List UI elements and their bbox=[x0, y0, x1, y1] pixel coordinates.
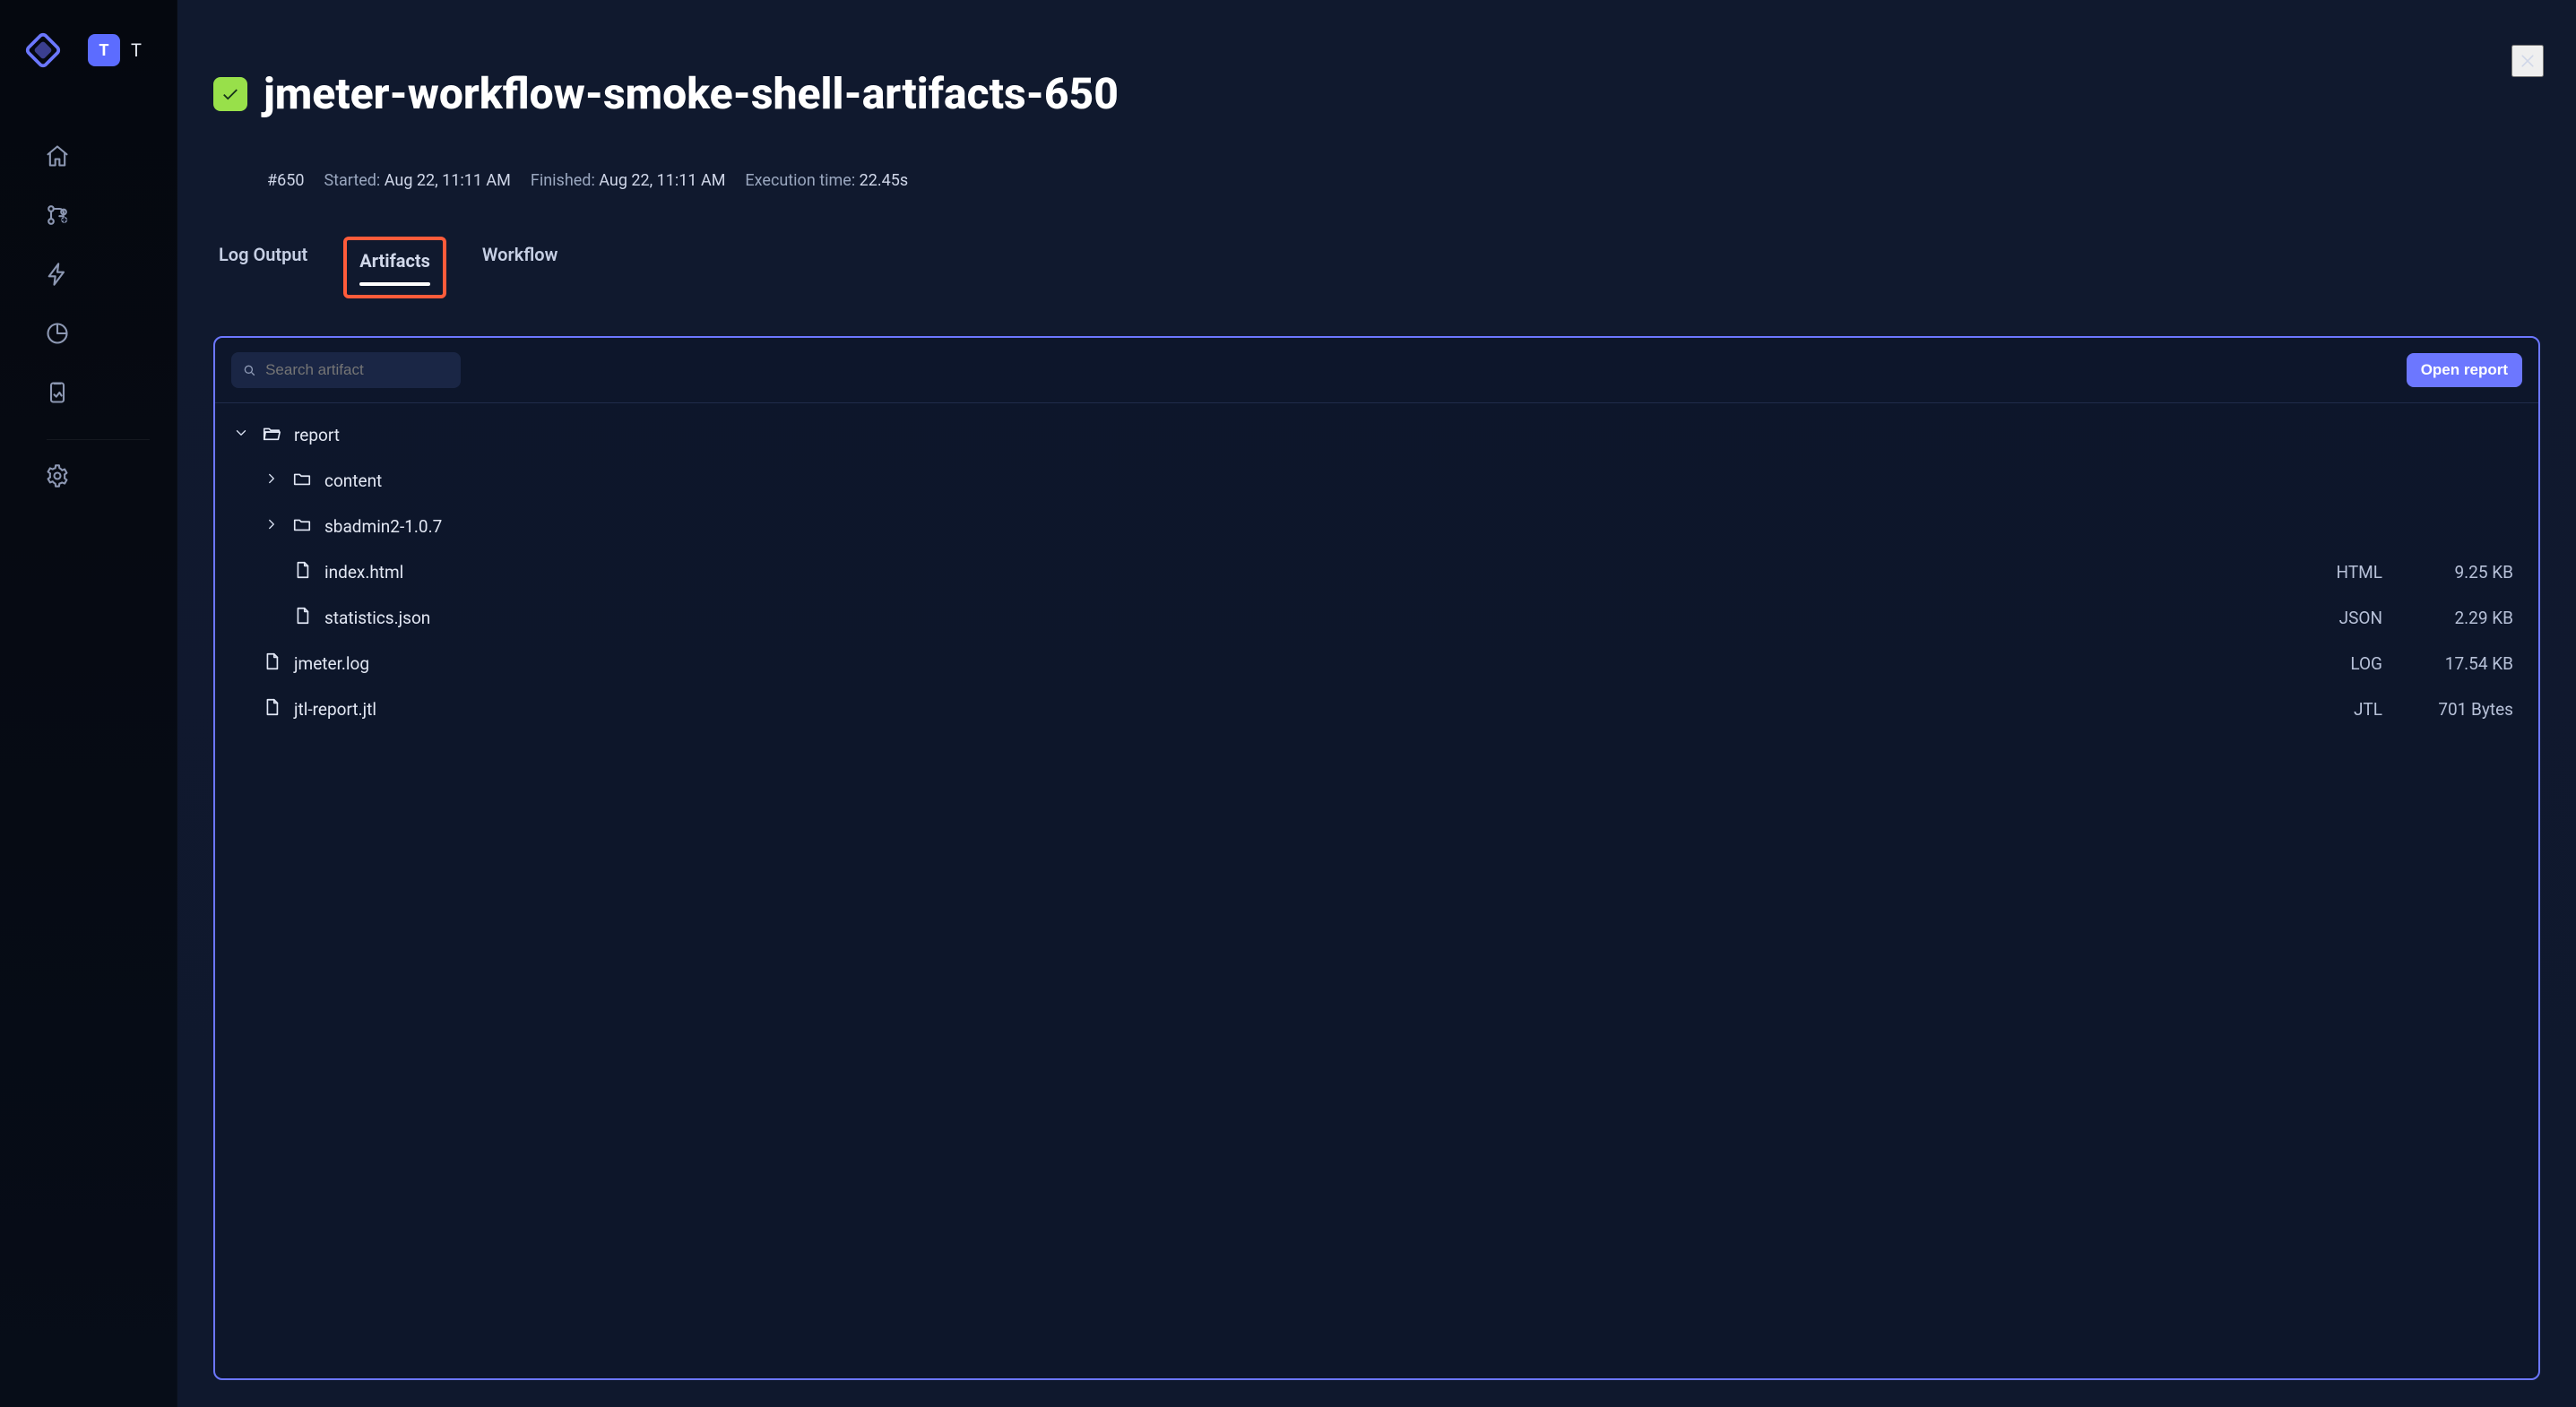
started-value: Aug 22, 11:11 AM bbox=[385, 171, 511, 190]
exec-value: 22.45s bbox=[860, 171, 909, 190]
chevron-spacer bbox=[233, 702, 249, 718]
run-meta: #650 Started: Aug 22, 11:11 AM Finished:… bbox=[267, 171, 2540, 190]
file-icon bbox=[262, 697, 281, 721]
started-label: Started: bbox=[324, 171, 380, 190]
close-button[interactable] bbox=[2511, 45, 2544, 77]
node-name: jtl-report.jtl bbox=[294, 699, 376, 720]
chevron-spacer bbox=[233, 656, 249, 672]
nav-branches[interactable] bbox=[32, 190, 82, 240]
run-number: #650 bbox=[267, 171, 304, 190]
folder-icon bbox=[292, 469, 312, 493]
file-icon bbox=[292, 560, 312, 584]
tab-log-output[interactable]: Log Output bbox=[215, 237, 311, 298]
page-underlay: j core-te Overvie Sta bbox=[177, 0, 2576, 1407]
chevron-down-icon[interactable] bbox=[233, 425, 249, 445]
modal-overlay: jmeter-workflow-smoke-shell-artifacts-65… bbox=[177, 0, 2576, 1407]
search-input[interactable] bbox=[264, 360, 450, 380]
file-type: JSON bbox=[2320, 608, 2382, 628]
nav-actions[interactable] bbox=[32, 249, 82, 299]
tree-folder[interactable]: content bbox=[224, 462, 2519, 500]
node-name: index.html bbox=[324, 562, 403, 583]
left-rail: T T bbox=[0, 0, 177, 1407]
tab-artifacts[interactable]: Artifacts bbox=[356, 243, 434, 279]
file-type: JTL bbox=[2320, 699, 2382, 720]
node-name: jmeter.log bbox=[294, 653, 369, 674]
nav-insights[interactable] bbox=[32, 308, 82, 358]
run-details-sheet: jmeter-workflow-smoke-shell-artifacts-65… bbox=[177, 0, 2576, 1407]
file-size: 701 Bytes bbox=[2415, 699, 2513, 720]
chevron-spacer bbox=[264, 610, 280, 626]
file-icon bbox=[262, 652, 281, 676]
exec-label: Execution time: bbox=[745, 171, 855, 190]
status-success-icon bbox=[213, 77, 247, 111]
org-badge: T bbox=[88, 34, 120, 66]
file-icon bbox=[292, 606, 312, 630]
node-name: sbadmin2-1.0.7 bbox=[324, 516, 442, 537]
finished-value: Aug 22, 11:11 AM bbox=[599, 171, 725, 190]
nav-home[interactable] bbox=[32, 131, 82, 181]
folder-open-icon bbox=[262, 423, 281, 447]
open-report-button[interactable]: Open report bbox=[2407, 353, 2522, 387]
file-size: 17.54 KB bbox=[2415, 653, 2513, 674]
tree-file[interactable]: index.html HTML 9.25 KB bbox=[224, 553, 2519, 591]
nav-reports[interactable] bbox=[32, 367, 82, 418]
brand-logo[interactable] bbox=[18, 25, 68, 75]
tab-artifacts-highlight: Artifacts bbox=[343, 237, 446, 298]
search-icon bbox=[242, 362, 256, 378]
artifacts-tree: report content sbadmin2-1.0.7 index.html… bbox=[215, 403, 2538, 739]
search-artifact[interactable] bbox=[231, 352, 461, 388]
file-type: LOG bbox=[2320, 653, 2382, 674]
tab-workflow[interactable]: Workflow bbox=[479, 237, 561, 298]
run-title: jmeter-workflow-smoke-shell-artifacts-65… bbox=[264, 68, 1119, 119]
node-name: content bbox=[324, 470, 382, 491]
tree-file[interactable]: jtl-report.jtl JTL 701 Bytes bbox=[224, 690, 2519, 729]
artifacts-panel: Open report report content sbadmin2-1.0.… bbox=[213, 336, 2540, 1380]
finished-label: Finished: bbox=[531, 171, 595, 190]
tree-folder[interactable]: report bbox=[224, 416, 2519, 454]
chevron-right-icon[interactable] bbox=[264, 470, 280, 491]
tree-file[interactable]: jmeter.log LOG 17.54 KB bbox=[224, 644, 2519, 683]
file-size: 9.25 KB bbox=[2415, 562, 2513, 583]
tree-file[interactable]: statistics.json JSON 2.29 KB bbox=[224, 599, 2519, 637]
file-type: HTML bbox=[2320, 562, 2382, 583]
org-short: T bbox=[131, 39, 142, 61]
modal-tabs: Log Output Artifacts Workflow bbox=[215, 237, 2540, 298]
node-name: statistics.json bbox=[324, 608, 430, 628]
file-size: 2.29 KB bbox=[2415, 608, 2513, 628]
org-switcher[interactable]: T T bbox=[88, 34, 142, 66]
chevron-spacer bbox=[264, 565, 280, 581]
tree-folder[interactable]: sbadmin2-1.0.7 bbox=[224, 507, 2519, 546]
node-name: report bbox=[294, 425, 340, 445]
rail-separator bbox=[47, 439, 150, 440]
folder-icon bbox=[292, 514, 312, 539]
nav-settings[interactable] bbox=[32, 451, 82, 501]
chevron-right-icon[interactable] bbox=[264, 516, 280, 537]
